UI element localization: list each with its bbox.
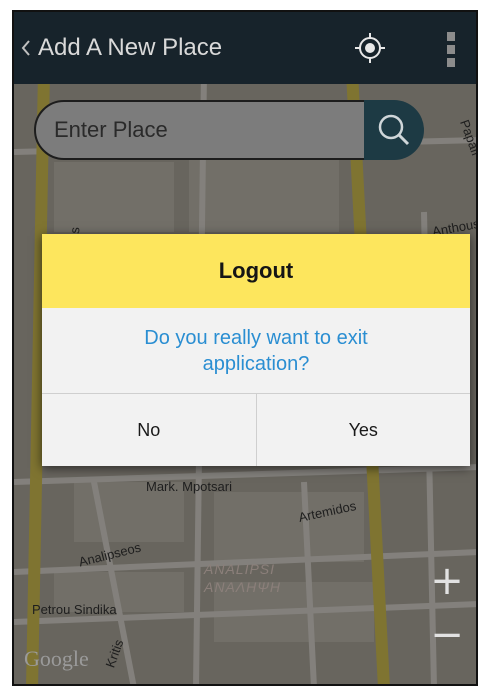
yes-button[interactable]: Yes (255, 394, 470, 466)
chevron-left-icon[interactable] (18, 36, 34, 60)
dialog-title: Logout (218, 258, 294, 283)
my-location-icon[interactable] (354, 32, 386, 64)
zoom-in-button[interactable]: + (422, 556, 472, 606)
search-input[interactable] (34, 100, 370, 160)
magnifier-icon (378, 114, 410, 146)
dialog-button-row: No Yes (42, 394, 470, 466)
no-button[interactable]: No (42, 394, 256, 466)
search-button[interactable] (364, 100, 424, 160)
dialog-header: Logout (42, 234, 470, 308)
page-title: Add A New Place (38, 34, 223, 61)
dialog-message: Do you really want to exit application? (42, 308, 470, 394)
action-bar: Add A New Place (14, 12, 476, 84)
app-screen: Leof. Vasilissis Olgas Papafi Anthous Ma… (12, 10, 478, 686)
zoom-out-button[interactable]: − (422, 610, 472, 660)
district-label: ANALIPSI ΑΝΑΛΗΨΗ (204, 561, 281, 595)
street-label: Petrou Sindika (32, 602, 117, 617)
logout-dialog: Logout Do you really want to exit applic… (42, 234, 470, 466)
more-vert-icon[interactable] (444, 30, 458, 68)
street-label: Mark. Mpotsari (146, 479, 232, 494)
google-attribution: Google (24, 646, 89, 671)
